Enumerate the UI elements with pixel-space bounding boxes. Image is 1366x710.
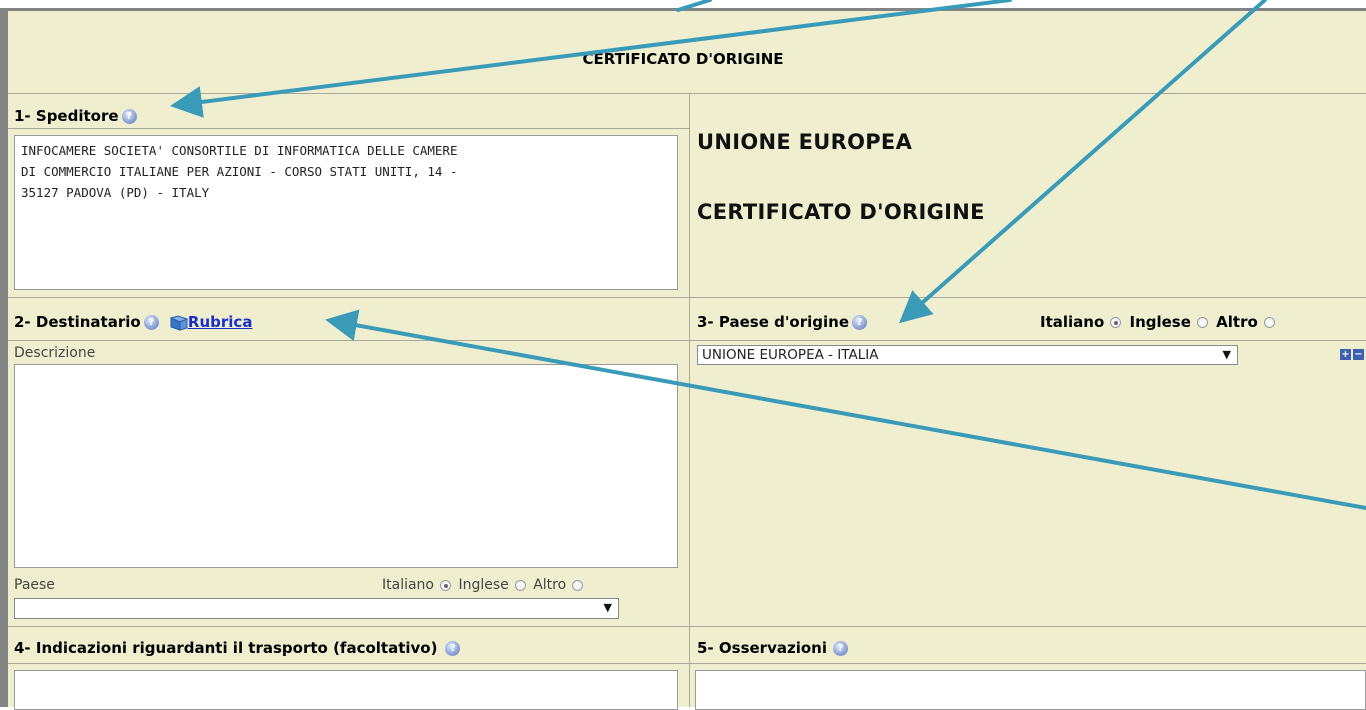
- certificate-title: CERTIFICATO D'ORIGINE: [697, 200, 985, 224]
- paese-select[interactable]: ▼: [14, 598, 619, 619]
- lang-label-altro: Altro: [1216, 313, 1258, 331]
- radio-altro[interactable]: [572, 579, 584, 591]
- divider: [8, 93, 1366, 94]
- minus-icon[interactable]: −: [1353, 349, 1364, 360]
- destinatario-lang-group: Italiano Inglese Altro: [382, 577, 586, 593]
- radio-inglese[interactable]: [514, 579, 526, 591]
- lang-label-inglese: Inglese: [458, 577, 509, 593]
- trasporto-textarea[interactable]: [14, 670, 678, 710]
- region-title: UNIONE EUROPEA: [697, 130, 913, 154]
- destinatario-label: 2- Destinatario? Rubrica: [14, 313, 252, 331]
- help-icon[interactable]: ?: [121, 109, 137, 124]
- osservazioni-label: 5- Osservazioni?: [697, 639, 848, 657]
- help-icon[interactable]: ?: [143, 315, 159, 330]
- paese-origine-lang-group: Italiano Inglese Altro: [1040, 313, 1278, 331]
- dropdown-arrow-icon: ▼: [603, 601, 612, 614]
- trasporto-label: 4- Indicazioni riguardanti il trasporto …: [14, 639, 461, 657]
- destinatario-label-text: 2- Destinatario: [14, 313, 141, 331]
- descrizione-label: Descrizione: [14, 345, 96, 361]
- radio-altro[interactable]: [1263, 317, 1275, 328]
- lang-label-italiano: Italiano: [1040, 313, 1105, 331]
- osservazioni-textarea[interactable]: [695, 670, 1366, 710]
- divider: [8, 297, 1366, 298]
- page-title: CERTIFICATO D'ORIGINE: [582, 50, 784, 68]
- help-icon[interactable]: ?: [852, 315, 867, 330]
- radio-italiano[interactable]: [1110, 317, 1122, 328]
- divider: [8, 663, 1366, 664]
- dropdown-arrow-icon: ▼: [1222, 348, 1231, 361]
- help-icon[interactable]: ?: [832, 641, 848, 656]
- radio-inglese[interactable]: [1196, 317, 1208, 328]
- address-book-icon[interactable]: [169, 314, 188, 331]
- speditore-label-text: 1- Speditore: [14, 107, 119, 125]
- paese-origine-label-text: 3- Paese d'origine: [697, 313, 849, 331]
- plus-icon[interactable]: +: [1340, 349, 1351, 360]
- paese-label: Paese: [14, 577, 55, 593]
- speditore-textarea[interactable]: INFOCAMERE SOCIETA' CONSORTILE DI INFORM…: [14, 135, 678, 290]
- radio-italiano[interactable]: [440, 579, 451, 591]
- descrizione-textarea[interactable]: [14, 364, 678, 568]
- rubrica-link[interactable]: Rubrica: [188, 313, 253, 331]
- paese-origine-select-value: UNIONE EUROPEA - ITALIA: [702, 347, 879, 363]
- trasporto-label-text: 4- Indicazioni riguardanti il trasporto …: [14, 639, 438, 657]
- lang-label-altro: Altro: [533, 577, 567, 593]
- paese-origine-label: 3- Paese d'origine?: [697, 313, 867, 331]
- osservazioni-label-text: 5- Osservazioni: [697, 639, 827, 657]
- paese-origine-select[interactable]: UNIONE EUROPEA - ITALIA ▼: [697, 345, 1238, 365]
- column-divider: [689, 94, 690, 707]
- lang-label-italiano: Italiano: [382, 577, 434, 593]
- divider: [8, 340, 1366, 341]
- lang-label-inglese: Inglese: [1129, 313, 1191, 331]
- help-icon[interactable]: ?: [445, 641, 461, 656]
- divider: [8, 128, 689, 129]
- divider: [8, 626, 1366, 627]
- speditore-label: 1- Speditore?: [14, 107, 137, 125]
